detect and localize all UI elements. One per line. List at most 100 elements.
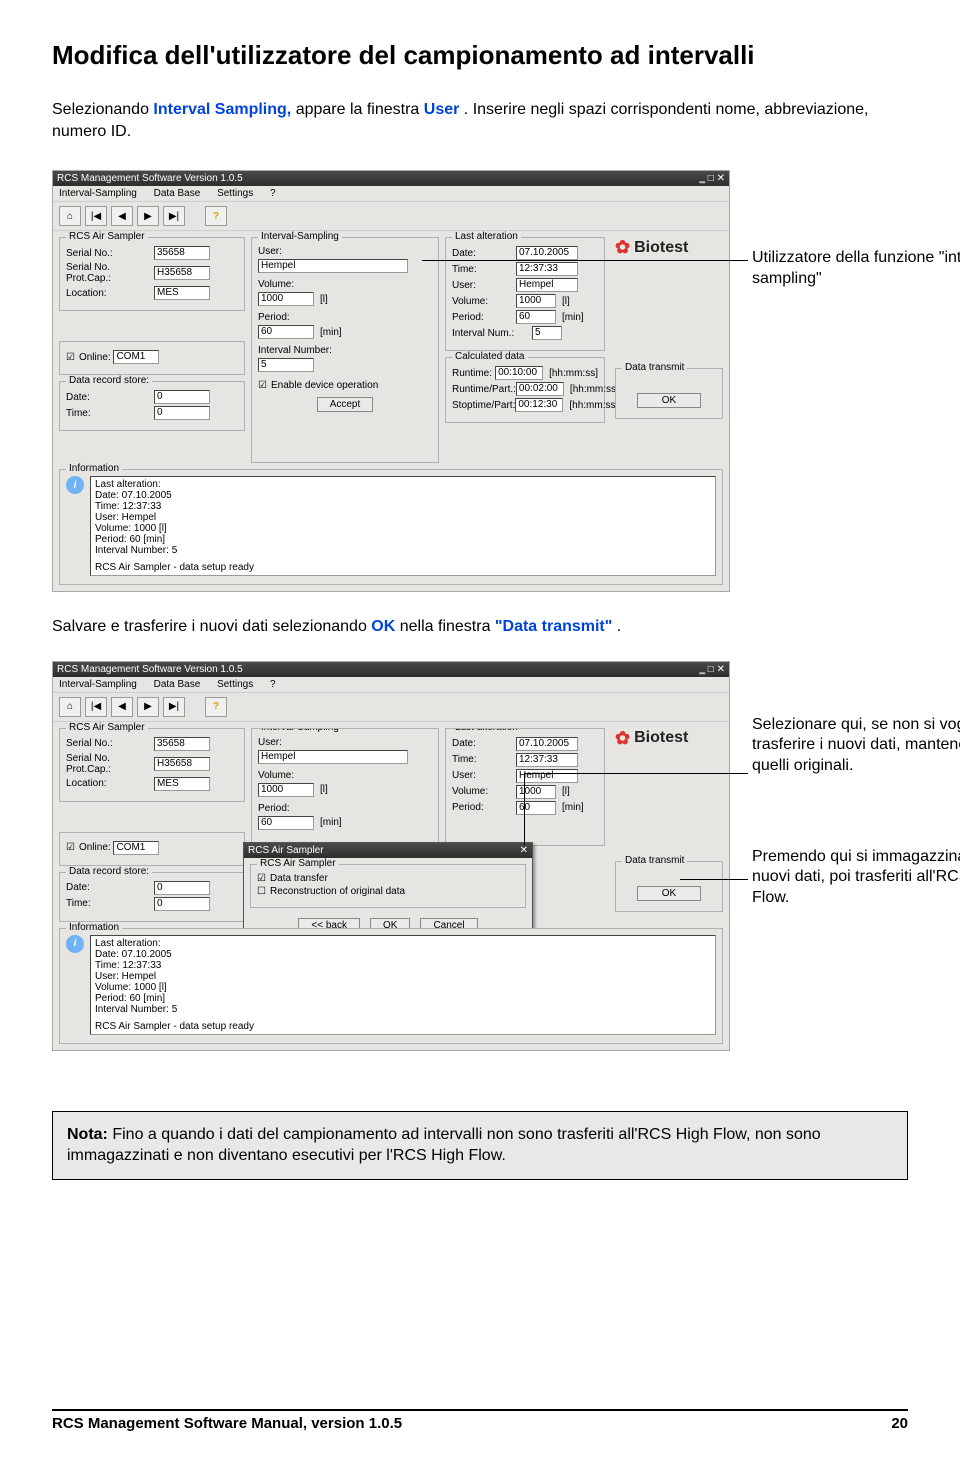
- biotest-logo-2: ✿Biotest: [615, 728, 723, 749]
- drs-date-field-2[interactable]: 0: [154, 881, 210, 895]
- nav-prev-icon-2[interactable]: ◀: [111, 697, 133, 717]
- menu-settings-2[interactable]: Settings: [217, 679, 253, 690]
- menubar-2[interactable]: Interval-Sampling Data Base Settings ?: [53, 677, 729, 693]
- clover-icon: ✿: [615, 237, 630, 258]
- per-field-2[interactable]: 60: [258, 816, 314, 830]
- la-vol-unit-2: [l]: [562, 786, 570, 797]
- help-icon-2[interactable]: ?: [205, 697, 227, 717]
- ok-button[interactable]: OK: [637, 393, 701, 408]
- drs-time-label-2: Time:: [66, 898, 154, 909]
- drs-time-field-2[interactable]: 0: [154, 897, 210, 911]
- info-lines: Date: 07.10.2005 Time: 12:37:33 User: He…: [95, 490, 711, 556]
- online-label-2: Online:: [79, 842, 111, 853]
- dialog-close-icon[interactable]: ✕: [520, 845, 528, 856]
- ok-button-2[interactable]: OK: [637, 886, 701, 901]
- nav-prev-icon[interactable]: ◀: [111, 206, 133, 226]
- mid-dt: "Data transmit": [495, 618, 612, 635]
- info-icon-2: i: [66, 935, 84, 953]
- stp-field: 00:12:30: [515, 398, 563, 412]
- mid-a: Salvare e trasferire i nuovi dati selezi…: [52, 618, 371, 635]
- nav-next-icon-2[interactable]: ▶: [137, 697, 159, 717]
- protcap-label-2: Serial No. Prot.Cap.:: [66, 753, 154, 775]
- info-status: RCS Air Sampler - data setup ready: [95, 562, 711, 573]
- titlebar: RCS Management Software Version 1.0.5 ‗ …: [53, 171, 729, 186]
- la-time-label: Time:: [452, 264, 516, 275]
- window-controls[interactable]: ‗ □ ✕: [700, 173, 726, 184]
- location-label-2: Location:: [66, 778, 154, 789]
- dt-legend: Data transmit: [622, 362, 687, 373]
- window-controls-2[interactable]: ‗ □ ✕: [700, 664, 726, 675]
- menu-settings[interactable]: Settings: [217, 188, 253, 199]
- serial-field[interactable]: 35658: [154, 246, 210, 260]
- intro-c: appare la finestra: [296, 101, 424, 118]
- serial-field-2[interactable]: 35658: [154, 737, 210, 751]
- help-icon[interactable]: ?: [205, 206, 227, 226]
- per-field[interactable]: 60: [258, 325, 314, 339]
- intro-paragraph: Selezionando Interval Sampling, appare l…: [52, 99, 908, 142]
- menu-database[interactable]: Data Base: [154, 188, 201, 199]
- data-transmit-group: Data transmit OK: [615, 368, 723, 419]
- info-title: Last alteration:: [95, 479, 711, 490]
- la-per-label-2: Period:: [452, 802, 516, 813]
- titlebar-2: RCS Management Software Version 1.0.5 ‗ …: [53, 662, 729, 677]
- rcs-air-sampler-group-2: RCS Air Sampler Serial No.:35658 Serial …: [59, 728, 245, 802]
- stp-label: Stoptime/Part:: [452, 400, 515, 411]
- protcap-field-2[interactable]: H35658: [154, 757, 210, 771]
- nav-next-icon[interactable]: ▶: [137, 206, 159, 226]
- menu-help-2[interactable]: ?: [270, 679, 276, 690]
- dialog-group-legend: RCS Air Sampler: [257, 858, 339, 869]
- la-time-field: 12:37:33: [516, 262, 578, 276]
- la-per-unit: [min]: [562, 312, 584, 323]
- la-legend-2: Last alteration: [452, 728, 521, 733]
- protcap-field[interactable]: H35658: [154, 266, 210, 280]
- vol-field-2[interactable]: 1000: [258, 783, 314, 797]
- data-transmit-group-2: Data transmit OK: [615, 861, 723, 912]
- reconstruction-checkbox[interactable]: Reconstruction of original data: [270, 886, 405, 897]
- vol-field[interactable]: 1000: [258, 292, 314, 306]
- data-record-store-group-2: Data record store: Date:0 Time:0: [59, 872, 245, 922]
- rcs-air-sampler-group: RCS Air Sampler Serial No.:35658 Serial …: [59, 237, 245, 311]
- app-window-2: RCS Management Software Version 1.0.5 ‗ …: [52, 661, 730, 1051]
- nav-last-icon[interactable]: ▶|: [163, 206, 185, 226]
- info-legend-2: Information: [66, 922, 122, 933]
- la-time-label-2: Time:: [452, 754, 516, 765]
- la-legend: Last alteration: [452, 231, 521, 242]
- calculated-data-group: Calculated data Runtime:00:10:00[hh:mm:s…: [445, 357, 605, 423]
- per-label: Period:: [258, 312, 346, 323]
- menu-help[interactable]: ?: [270, 188, 276, 199]
- la-vol-label: Volume:: [452, 296, 516, 307]
- dialog-titlebar: RCS Air Sampler ✕: [244, 843, 532, 858]
- la-user-label: User:: [452, 280, 516, 291]
- nav-last-icon-2[interactable]: ▶|: [163, 697, 185, 717]
- menu-interval[interactable]: Interval-Sampling: [59, 188, 137, 199]
- location-field-2[interactable]: MES: [154, 777, 210, 791]
- nav-first-icon-2[interactable]: |◀: [85, 697, 107, 717]
- data-record-store-group: Data record store: Date:0 Time:0: [59, 381, 245, 431]
- drs-time-field[interactable]: 0: [154, 406, 210, 420]
- cd-legend: Calculated data: [452, 351, 528, 362]
- user-field-2[interactable]: Hempel: [258, 750, 408, 764]
- rt-label: Runtime:: [452, 368, 495, 379]
- user-field[interactable]: Hempel: [258, 259, 408, 273]
- menu-database-2[interactable]: Data Base: [154, 679, 201, 690]
- menu-interval-2[interactable]: Interval-Sampling: [59, 679, 137, 690]
- menubar[interactable]: Interval-Sampling Data Base Settings ?: [53, 186, 729, 202]
- online-field-2[interactable]: COM1: [113, 841, 159, 855]
- toolbar-icon[interactable]: ⌂: [59, 206, 81, 226]
- online-field[interactable]: COM1: [113, 350, 159, 364]
- window-title-2: RCS Management Software Version 1.0.5: [57, 664, 243, 675]
- info-lines-2: Date: 07.10.2005 Time: 12:37:33 User: He…: [95, 949, 711, 1015]
- is-legend-2: Interval-Sampling: [258, 728, 342, 733]
- per-unit-2: [min]: [320, 817, 342, 828]
- mid-paragraph: Salvare e trasferire i nuovi dati selezi…: [52, 616, 908, 638]
- in-field[interactable]: 5: [258, 358, 314, 372]
- nav-first-icon[interactable]: |◀: [85, 206, 107, 226]
- info-legend: Information: [66, 463, 122, 474]
- drs-date-field[interactable]: 0: [154, 390, 210, 404]
- data-transfer-checkbox[interactable]: Data transfer: [270, 873, 328, 884]
- accept-button[interactable]: Accept: [317, 397, 374, 412]
- rt-field: 00:10:00: [495, 366, 543, 380]
- enable-label[interactable]: Enable device operation: [271, 380, 378, 391]
- toolbar-icon-2[interactable]: ⌂: [59, 697, 81, 717]
- location-field[interactable]: MES: [154, 286, 210, 300]
